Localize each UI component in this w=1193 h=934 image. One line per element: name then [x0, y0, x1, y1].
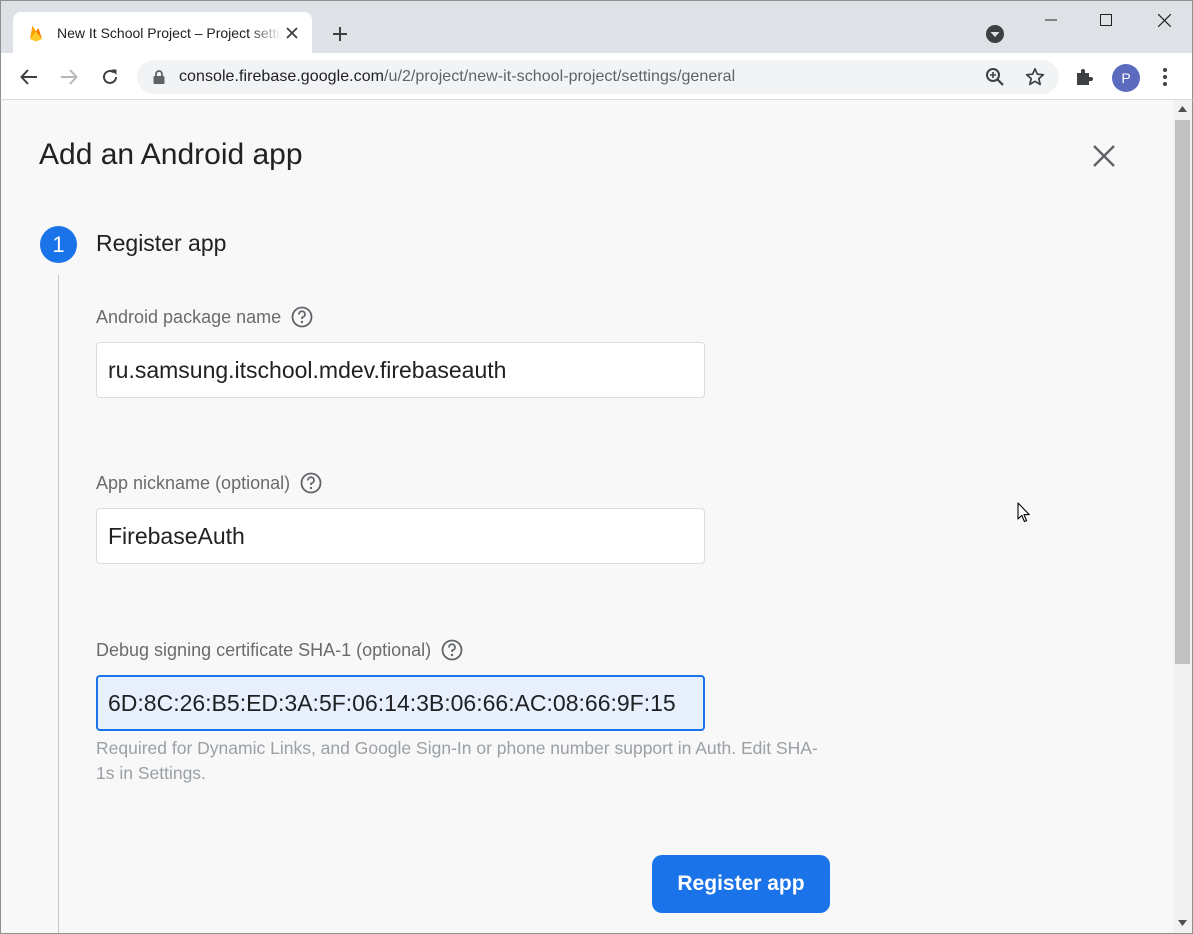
extensions-button[interactable] [1073, 65, 1097, 89]
lock-icon [153, 70, 165, 84]
page-scrollbar[interactable] [1173, 100, 1192, 933]
bookmark-button[interactable] [1024, 66, 1046, 88]
reload-button[interactable] [94, 61, 126, 93]
profile-avatar[interactable]: P [1112, 64, 1140, 92]
package-name-input[interactable]: ru.samsung.itschool.mdev.firebaseauth [96, 342, 705, 398]
step-connector-line [58, 275, 59, 933]
forward-button[interactable] [53, 61, 85, 93]
sha1-label-text: Debug signing certificate SHA-1 (optiona… [96, 639, 432, 660]
tab-search-button[interactable] [984, 23, 1006, 45]
firebase-flame-icon [30, 25, 42, 42]
minimize-icon [1045, 19, 1057, 21]
tab-close-icon[interactable] [282, 23, 302, 43]
sha1-hint: Required for Dynamic Links, and Google S… [96, 738, 818, 783]
sha1-label: Debug signing certificate SHA-1 (optiona… [96, 639, 463, 661]
package-name-label-text: Android package name [96, 306, 282, 327]
maximize-icon [1100, 14, 1112, 26]
plus-icon [333, 27, 347, 41]
triangle-up-icon [1178, 106, 1187, 112]
dialog-close-button[interactable] [1090, 142, 1118, 170]
app-nickname-label: App nickname (optional) [96, 472, 322, 494]
help-icon[interactable] [291, 306, 313, 328]
window-close-button[interactable] [1135, 1, 1193, 39]
star-icon [1025, 67, 1045, 86]
mouse-cursor-icon [1017, 502, 1030, 523]
reload-icon [103, 69, 117, 84]
browser-toolbar: console.firebase.google.com/u/2/project/… [0, 53, 1193, 100]
puzzle-icon [1077, 69, 1093, 85]
scrollbar-thumb[interactable] [1175, 120, 1190, 664]
browser-tab[interactable]: New It School Project – Project settings [13, 12, 312, 54]
zoom-button[interactable] [984, 66, 1006, 88]
maximize-button[interactable] [1077, 1, 1135, 39]
browser-menu-button[interactable] [1155, 65, 1175, 89]
browser-tab-strip: New It School Project – Project settings [0, 0, 1193, 54]
triangle-down-icon [1178, 920, 1187, 926]
arrow-left-icon [20, 69, 37, 85]
back-button[interactable] [13, 61, 45, 93]
step-title: Register app [96, 230, 227, 256]
arrow-right-icon [61, 69, 78, 85]
sha1-input[interactable]: 6D:8C:26:B5:ED:3A:5F:06:14:3B:06:66:AC:0… [96, 675, 705, 731]
help-icon[interactable] [300, 472, 322, 494]
package-name-label: Android package name [96, 306, 313, 328]
zoom-in-icon [986, 68, 1004, 86]
scroll-up-arrow[interactable] [1173, 102, 1192, 116]
dialog-title: Add an Android app [39, 138, 303, 171]
app-nickname-label-text: App nickname (optional) [96, 472, 291, 493]
step-number-badge: 1 [40, 226, 77, 263]
add-android-app-dialog: Add an Android app 1 Register app Androi… [0, 100, 1193, 934]
tab-title: New It School Project – Project settings [57, 25, 282, 41]
address-bar[interactable]: console.firebase.google.com/u/2/project/… [137, 60, 1059, 94]
chevron-down-circle-icon [986, 25, 1004, 43]
more-vert-icon [1163, 68, 1167, 86]
url-text[interactable]: console.firebase.google.com/u/2/project/… [179, 68, 735, 86]
help-icon[interactable] [441, 639, 463, 661]
url-path: /u/2/project/new-it-school-project/setti… [384, 68, 736, 85]
close-icon [1157, 13, 1171, 27]
new-tab-button[interactable] [327, 21, 353, 47]
minimize-button[interactable] [1022, 1, 1080, 39]
url-host: console.firebase.google.com [179, 68, 385, 85]
register-app-button[interactable]: Register app [652, 855, 830, 913]
close-icon [1093, 145, 1115, 167]
app-nickname-input[interactable]: FirebaseAuth [96, 508, 705, 564]
scroll-down-arrow[interactable] [1173, 916, 1192, 930]
